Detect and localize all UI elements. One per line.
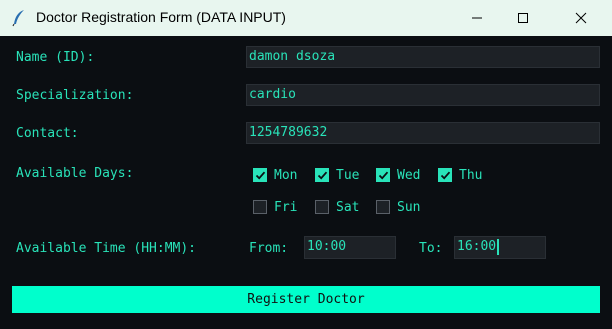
day-label-fri: Fri: [274, 200, 298, 215]
check-icon: [378, 171, 389, 180]
to-time-input[interactable]: 16:00: [454, 236, 546, 259]
day-checkbox-fri[interactable]: [253, 200, 267, 214]
to-label: To:: [419, 241, 443, 256]
day-checkbox-sat[interactable]: [315, 200, 329, 214]
text-caret: [497, 238, 500, 255]
from-time-input[interactable]: 10:00: [304, 236, 396, 259]
specialization-label: Specialization:: [16, 88, 134, 103]
window-title: Doctor Registration Form (DATA INPUT): [36, 9, 286, 25]
name-label: Name (ID):: [16, 50, 95, 65]
day-checkbox-mon[interactable]: [253, 168, 267, 182]
available-time-label: Available Time (HH:MM):: [16, 241, 197, 256]
check-icon: [317, 171, 328, 180]
day-label-mon: Mon: [274, 168, 298, 183]
app-window: Doctor Registration Form (DATA INPUT) Na…: [0, 0, 612, 329]
day-label-sat: Sat: [336, 200, 360, 215]
from-label: From:: [249, 241, 289, 256]
title-bar: Doctor Registration Form (DATA INPUT): [0, 0, 612, 36]
minimize-button[interactable]: [454, 0, 500, 36]
day-checkbox-thu[interactable]: [438, 168, 452, 182]
check-icon: [440, 171, 451, 180]
day-checkbox-sun[interactable]: [376, 200, 390, 214]
contact-label: Contact:: [16, 126, 79, 141]
day-label-wed: Wed: [397, 168, 421, 183]
day-checkbox-wed[interactable]: [376, 168, 390, 182]
day-label-tue: Tue: [336, 168, 360, 183]
day-label-thu: Thu: [459, 168, 483, 183]
to-time-value: 16:00: [457, 239, 497, 254]
feather-icon: [11, 9, 27, 27]
check-icon: [255, 171, 266, 180]
close-icon: [575, 12, 587, 24]
maximize-button[interactable]: [500, 0, 546, 36]
name-input[interactable]: damon dsoza: [246, 46, 600, 68]
available-days-label: Available Days:: [16, 166, 134, 181]
specialization-input[interactable]: cardio: [246, 84, 600, 106]
contact-input[interactable]: 1254789632: [246, 122, 600, 144]
day-label-sun: Sun: [397, 200, 421, 215]
register-doctor-button[interactable]: Register Doctor: [12, 286, 600, 313]
minimize-icon: [472, 17, 482, 19]
close-button[interactable]: [558, 0, 604, 36]
day-checkbox-tue[interactable]: [315, 168, 329, 182]
maximize-icon: [518, 13, 528, 23]
